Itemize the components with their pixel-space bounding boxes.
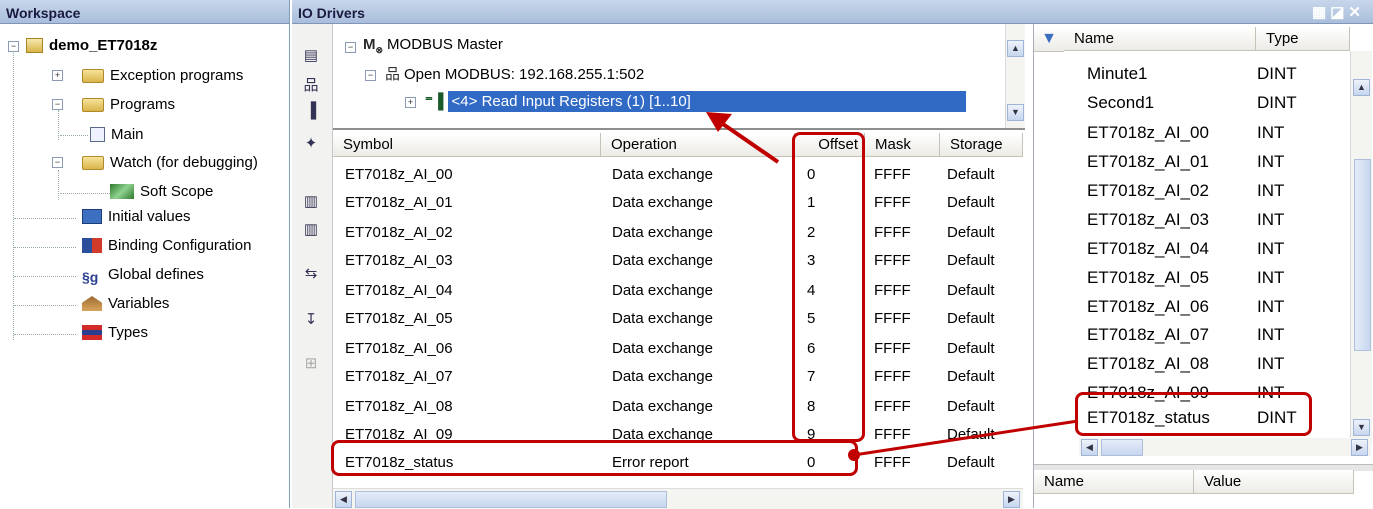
annotation-arrow [718, 120, 780, 164]
status-var-highlight-box [1075, 392, 1312, 436]
status-row-highlight-box [331, 440, 858, 476]
offset-highlight-box [792, 132, 865, 442]
annotation-connector [853, 419, 1079, 457]
